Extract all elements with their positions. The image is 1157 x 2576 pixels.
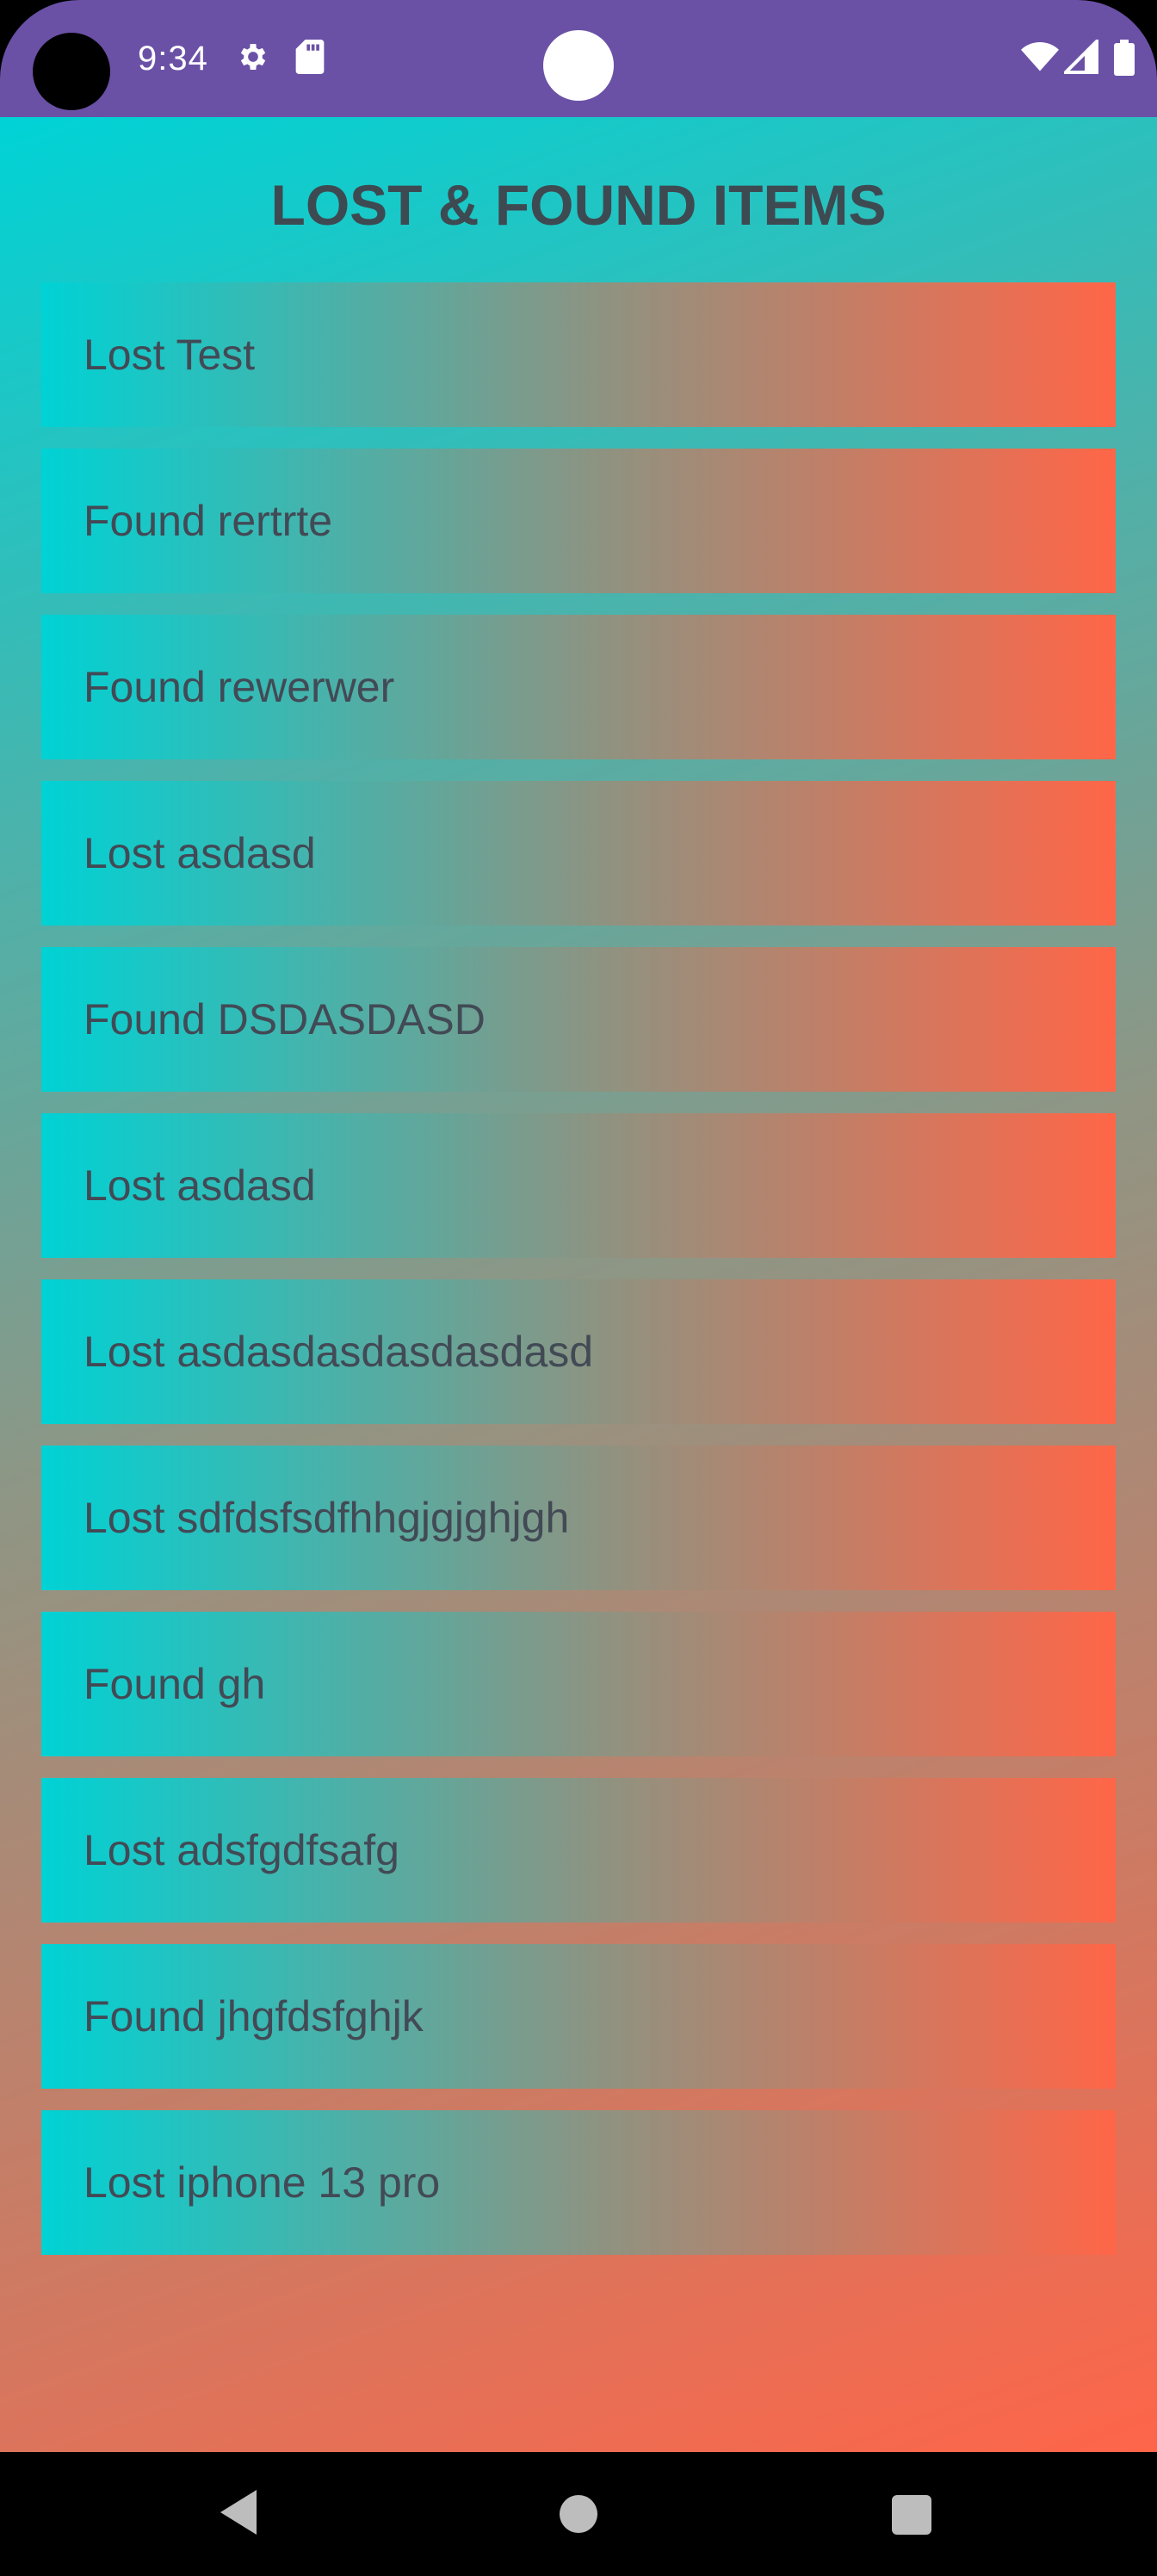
sd-card-icon: [294, 40, 325, 78]
list-item-label: Lost asdasdasdasdasdasd: [84, 1328, 594, 1376]
list-item[interactable]: Lost asdasdasdasdasdasd: [41, 1279, 1116, 1424]
list-item[interactable]: Lost Test: [41, 282, 1116, 427]
list-item[interactable]: Found DSDASDASD: [41, 947, 1116, 1092]
list-item[interactable]: Found rertrte: [41, 449, 1116, 593]
page-title: LOST & FOUND ITEMS: [270, 173, 887, 237]
wifi-icon: [1021, 40, 1059, 78]
list-item-label: Lost Test: [84, 331, 256, 379]
navigation-bar: [0, 2452, 1157, 2576]
list-item-label: Lost iphone 13 pro: [84, 2158, 441, 2207]
list-item[interactable]: Lost asdasd: [41, 781, 1116, 926]
list-item[interactable]: Lost asdasd: [41, 1113, 1116, 1258]
list-item-label: Lost asdasd: [84, 829, 316, 877]
status-indicator-dot: [543, 30, 614, 101]
back-icon[interactable]: [219, 2486, 260, 2542]
items-list[interactable]: Lost Test Found rertrte Found rewerwer L…: [41, 282, 1116, 2276]
status-time: 9:34: [138, 40, 208, 77]
camera-cutout: [33, 33, 110, 110]
settings-gear-icon: [236, 40, 270, 78]
list-item-label: Found jhgfdsfghjk: [84, 1992, 424, 2040]
recents-icon[interactable]: [892, 2495, 931, 2535]
list-item-label: Found DSDASDASD: [84, 995, 486, 1043]
list-item-label: Lost adsfgdfsafg: [84, 1826, 399, 1874]
list-item[interactable]: Lost iphone 13 pro: [41, 2110, 1116, 2255]
status-bar: 9:34: [0, 0, 1157, 117]
list-item-label: Found rertrte: [84, 497, 333, 545]
list-item[interactable]: Found jhgfdsfghjk: [41, 1944, 1116, 2089]
list-item-label: Found rewerwer: [84, 663, 395, 711]
list-item-label: Lost asdasd: [84, 1161, 316, 1210]
phone-screen: 9:34 LOST & FOUND ITEMS Lost Test Found …: [0, 0, 1157, 2576]
list-item[interactable]: Lost sdfdsfsdfhhgjgjghjgh: [41, 1446, 1116, 1590]
signal-icon: [1061, 37, 1098, 78]
list-item-label: Found gh: [84, 1660, 266, 1708]
home-icon[interactable]: [560, 2495, 597, 2533]
battery-icon: [1114, 40, 1135, 80]
list-item-label: Lost sdfdsfsdfhhgjgjghjgh: [84, 1494, 570, 1542]
list-item[interactable]: Found rewerwer: [41, 615, 1116, 759]
list-item[interactable]: Lost adsfgdfsafg: [41, 1778, 1116, 1923]
list-item[interactable]: Found gh: [41, 1612, 1116, 1756]
